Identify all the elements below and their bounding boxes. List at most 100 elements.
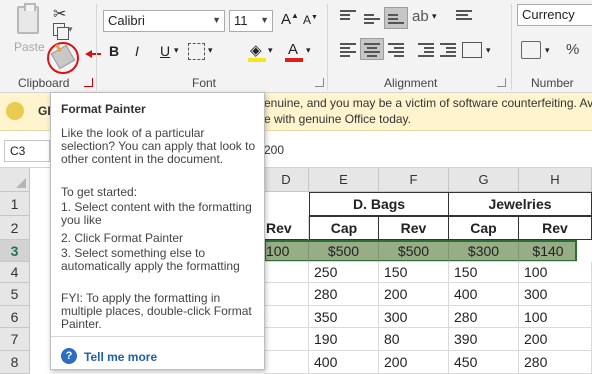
name-box[interactable]: C3 [4, 140, 50, 162]
accounting-format-icon[interactable] [521, 41, 541, 59]
cell-e5[interactable]: 280 [309, 283, 379, 306]
decrease-font-size-button[interactable]: A▼ [303, 13, 318, 27]
orientation-icon[interactable]: ab [412, 8, 429, 25]
copy-dropdown-icon[interactable]: ▾ [68, 24, 73, 35]
cell-f4[interactable]: 150 [379, 262, 449, 283]
chevron-down-icon[interactable]: ▾ [208, 45, 213, 56]
underline-button[interactable]: U [160, 43, 170, 59]
cell-f8[interactable]: 200 [379, 351, 449, 374]
column-header-f[interactable]: F [379, 168, 449, 192]
cell-g4[interactable]: 150 [449, 262, 519, 283]
subheader-rev[interactable]: Rev [378, 216, 449, 240]
paste-button[interactable]: Paste [14, 40, 45, 54]
subheader-rev[interactable]: Rev [264, 216, 309, 240]
cell-g3[interactable]: $300 [449, 242, 519, 262]
increase-font-label: A [281, 11, 292, 28]
merge-center-icon[interactable] [462, 42, 482, 58]
cell-h3[interactable]: $140 [519, 242, 577, 262]
wrap-text-icon[interactable] [456, 10, 472, 24]
subheader-rev[interactable]: Rev [518, 216, 592, 240]
cell-f6[interactable]: 300 [379, 306, 449, 328]
align-left-icon[interactable] [340, 43, 356, 57]
cell-e6[interactable]: 350 [309, 306, 379, 328]
bold-button[interactable]: B [109, 43, 119, 59]
warning-message-line2[interactable]: e with genuine Office today. [264, 112, 411, 126]
cell-g6[interactable]: 280 [449, 306, 519, 328]
cell-h6[interactable]: 100 [519, 306, 592, 328]
cell-h8[interactable]: 280 [519, 351, 592, 374]
warning-message-line1: enuine, and you may be a victim of softw… [264, 96, 592, 110]
row-header-4[interactable]: 4 [0, 262, 30, 283]
font-color-button[interactable]: A [288, 41, 298, 58]
cell-h7[interactable]: 200 [519, 328, 592, 351]
subheader-cap[interactable]: Cap [448, 216, 519, 240]
increase-indent-icon[interactable] [440, 43, 456, 57]
chevron-down-icon[interactable]: ▾ [486, 45, 491, 56]
subheader-cap[interactable]: Cap [309, 216, 379, 240]
paste-icon[interactable] [17, 3, 39, 34]
chevron-down-icon[interactable]: ▾ [545, 45, 550, 56]
scissors-icon[interactable]: ✂ [53, 4, 66, 24]
percent-icon[interactable]: % [566, 41, 579, 58]
row-header-2[interactable]: 2 [0, 216, 30, 240]
row-header-3[interactable]: 3 [0, 240, 30, 262]
cell-f7[interactable]: 80 [379, 328, 449, 351]
group-header-dbags[interactable]: D. Bags [309, 192, 449, 216]
borders-icon[interactable] [188, 43, 205, 60]
cell-h4[interactable]: 100 [519, 262, 592, 283]
cell-e4[interactable]: 250 [309, 262, 379, 283]
cell-f3[interactable]: $500 [379, 242, 449, 262]
increase-font-size-button[interactable]: A▲ [281, 11, 299, 28]
cell-g5[interactable]: 400 [449, 283, 519, 306]
select-all-corner[interactable] [0, 168, 30, 192]
row-header-7[interactable]: 7 [0, 328, 30, 351]
number-format-select[interactable]: Currency [517, 4, 592, 26]
tooltip-step-2: 2. Click Format Painter [61, 231, 184, 245]
cell-h5[interactable]: 300 [519, 283, 592, 306]
cell-d3[interactable]: 100 [264, 242, 309, 262]
chevron-down-icon[interactable]: ▾ [306, 45, 311, 56]
group-header-jewelries[interactable]: Jewelries [448, 192, 592, 216]
cell-e3[interactable]: $500 [309, 242, 379, 262]
chevron-down-icon[interactable]: ▾ [432, 11, 437, 22]
column-header-g[interactable]: G [449, 168, 519, 192]
font-launcher-icon[interactable] [315, 78, 324, 87]
column-header-d[interactable]: D [264, 168, 309, 192]
tooltip-description: Like the look of a particular selection?… [61, 126, 256, 166]
cell-d8[interactable] [264, 351, 309, 374]
fill-bucket-icon[interactable]: ◈ [250, 41, 262, 59]
cell-d7[interactable] [264, 328, 309, 351]
cell-e7[interactable]: 190 [309, 328, 379, 351]
top-align-icon[interactable] [340, 10, 356, 24]
row-header-5[interactable]: 5 [0, 283, 30, 306]
font-size-select[interactable]: 11 ▼ [229, 10, 273, 32]
cell-g7[interactable]: 390 [449, 328, 519, 351]
font-size-value: 11 [234, 13, 248, 28]
cell-d5[interactable] [264, 283, 309, 306]
cell-g8[interactable]: 450 [449, 351, 519, 374]
cell-e8[interactable]: 400 [309, 351, 379, 374]
row-header-8[interactable]: 8 [0, 351, 30, 374]
chevron-down-icon[interactable]: ▾ [268, 45, 273, 56]
row-header-6[interactable]: 6 [0, 306, 30, 328]
row-header-1[interactable]: 1 [0, 192, 30, 216]
middle-align-icon[interactable] [364, 14, 380, 28]
formula-input[interactable]: 200 [264, 143, 284, 157]
cell-d6[interactable] [264, 306, 309, 328]
font-name-select[interactable]: Calibri ▼ [103, 10, 225, 32]
decrease-indent-icon[interactable] [418, 43, 434, 57]
divider [96, 4, 97, 90]
alignment-launcher-icon[interactable] [497, 78, 506, 87]
question-icon[interactable]: ? [61, 348, 77, 364]
cell-d4[interactable] [264, 262, 309, 283]
clipboard-launcher-icon[interactable] [84, 78, 93, 87]
column-header-h[interactable]: H [519, 168, 592, 192]
copy-icon[interactable] [53, 23, 69, 40]
divider [51, 336, 264, 337]
chevron-down-icon[interactable]: ▾ [174, 45, 179, 56]
italic-button[interactable]: I [135, 43, 139, 59]
tell-me-more-link[interactable]: Tell me more [84, 350, 157, 364]
cell-f5[interactable]: 200 [379, 283, 449, 306]
align-right-icon[interactable] [388, 43, 404, 57]
column-header-e[interactable]: E [309, 168, 379, 192]
